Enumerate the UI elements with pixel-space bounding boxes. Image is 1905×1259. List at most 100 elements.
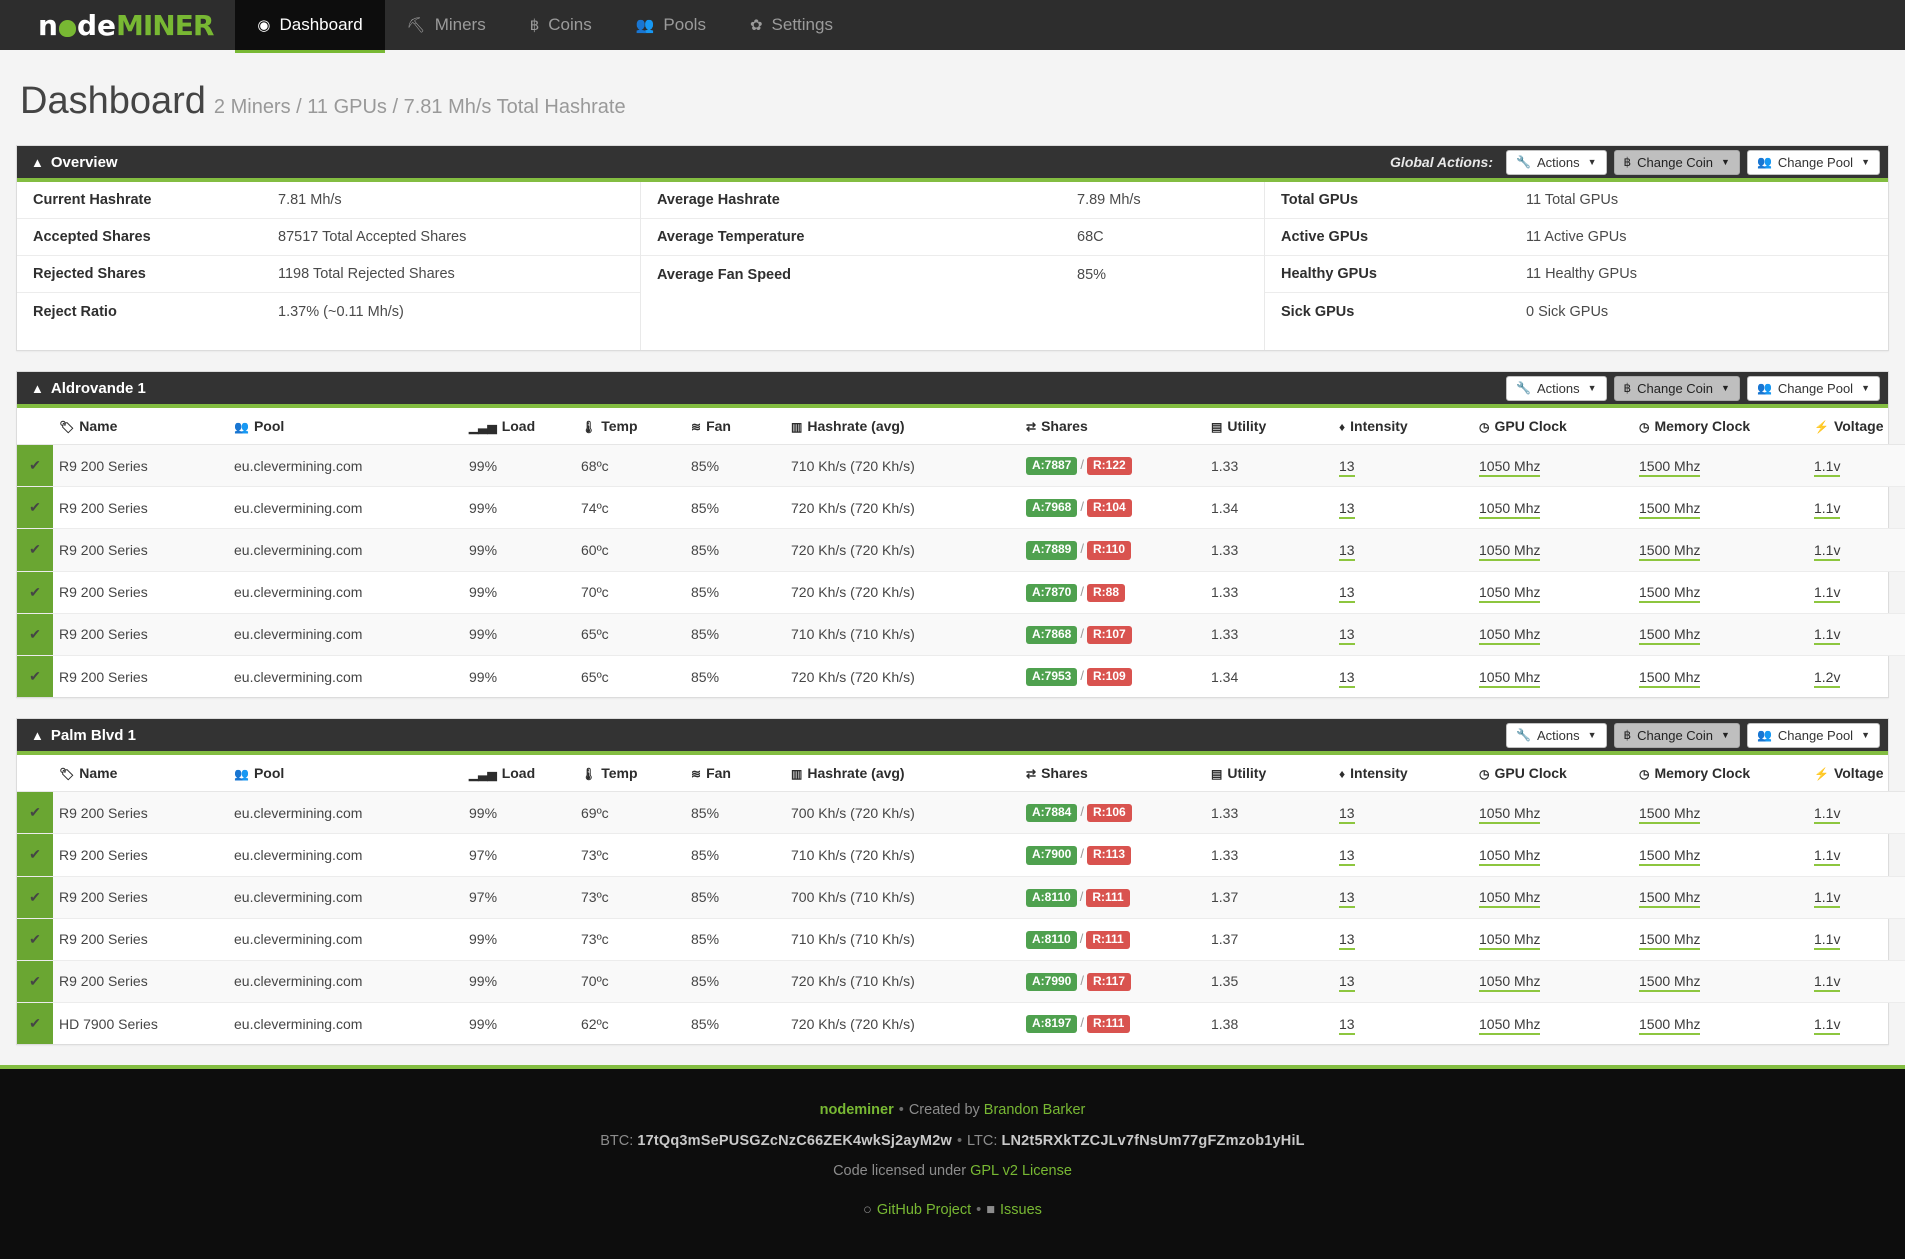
nav-item-miners[interactable]: ⛏ Miners [385,0,508,50]
editable-intensity[interactable]: 13 [1339,499,1355,519]
overview-title-group[interactable]: ▲ Overview [31,154,118,171]
column-header-hashrate-avg[interactable]: ▥ Hashrate (avg) [785,755,1020,793]
global-change-coin-button[interactable]: ฿ Change Coin ▼ [1613,149,1740,175]
editable-memory-clock[interactable]: 1500 Mhz [1639,668,1701,688]
footer-github-link[interactable]: GitHub Project [877,1202,971,1218]
editable-voltage[interactable]: 1.1v [1814,584,1841,604]
global-actions-button[interactable]: 🔧 Actions ▼ [1505,149,1607,175]
column-header-fan[interactable]: ≋ Fan [685,408,785,445]
table-row[interactable]: ✔ R9 200 Series eu.clevermining.com 99% 60ºc… [17,528,1905,572]
editable-voltage[interactable]: 1.1v [1814,804,1841,824]
column-header-name[interactable]: 🏷 Name [53,755,228,793]
column-header-load[interactable]: ▁▃▅ Load [463,408,575,445]
column-header-shares[interactable]: ⇄ Shares [1020,408,1205,445]
editable-gpu-clock[interactable]: 1050 Mhz [1479,457,1541,477]
editable-intensity[interactable]: 13 [1339,1015,1355,1035]
column-header-gpu-clock[interactable]: ◷ GPU Clock [1473,755,1633,793]
editable-gpu-clock[interactable]: 1050 Mhz [1479,846,1541,866]
editable-gpu-clock[interactable]: 1050 Mhz [1479,1015,1541,1035]
nav-item-coins[interactable]: ฿ Coins [508,0,614,50]
column-header-voltage[interactable]: ⚡ Voltage [1808,408,1905,445]
column-header-voltage[interactable]: ⚡ Voltage [1808,755,1905,793]
editable-memory-clock[interactable]: 1500 Mhz [1639,973,1701,993]
miner-change-coin-button[interactable]: ฿ Change Coin ▼ [1613,375,1740,401]
table-row[interactable]: ✔ R9 200 Series eu.clevermining.com 97% 73ºc… [17,833,1905,877]
editable-voltage[interactable]: 1.1v [1814,541,1841,561]
footer-license-link[interactable]: GPL v2 License [970,1163,1072,1179]
column-header-name[interactable]: 🏷 Name [53,408,228,445]
editable-intensity[interactable]: 13 [1339,931,1355,951]
table-row[interactable]: ✔ R9 200 Series eu.clevermining.com 99% 69ºc… [17,791,1905,835]
editable-gpu-clock[interactable]: 1050 Mhz [1479,499,1541,519]
chevron-up-icon[interactable]: ▲ [31,382,44,395]
column-header-hashrate-avg[interactable]: ▥ Hashrate (avg) [785,408,1020,445]
table-row[interactable]: ✔ R9 200 Series eu.clevermining.com 99% 73ºc… [17,918,1905,961]
editable-voltage[interactable]: 1.1v [1814,1015,1841,1035]
global-change-pool-button[interactable]: 👥 Change Pool ▼ [1746,149,1880,175]
editable-gpu-clock[interactable]: 1050 Mhz [1479,804,1541,824]
editable-memory-clock[interactable]: 1500 Mhz [1639,931,1701,951]
nav-item-pools[interactable]: 👥 Pools [614,0,728,50]
table-row[interactable]: ✔ R9 200 Series eu.clevermining.com 97% 73ºc… [17,876,1905,919]
table-row[interactable]: ✔ R9 200 Series eu.clevermining.com 99% 70ºc… [17,571,1905,614]
table-row[interactable]: ✔ R9 200 Series eu.clevermining.com 99% 74ºc… [17,486,1905,530]
editable-intensity[interactable]: 13 [1339,889,1355,909]
table-row[interactable]: ✔ HD 7900 Series eu.clevermining.com 99% 62º… [17,1002,1905,1045]
editable-gpu-clock[interactable]: 1050 Mhz [1479,973,1541,993]
column-header-intensity[interactable]: ♦ Intensity [1333,408,1473,445]
editable-memory-clock[interactable]: 1500 Mhz [1639,889,1701,909]
miner-change-pool-button[interactable]: 👥 Change Pool ▼ [1746,375,1880,401]
editable-intensity[interactable]: 13 [1339,668,1355,688]
column-header-gpu-clock[interactable]: ◷ GPU Clock [1473,408,1633,445]
editable-intensity[interactable]: 13 [1339,626,1355,646]
editable-voltage[interactable]: 1.1v [1814,931,1841,951]
editable-memory-clock[interactable]: 1500 Mhz [1639,499,1701,519]
column-header-shares[interactable]: ⇄ Shares [1020,755,1205,793]
footer-issues-link[interactable]: Issues [1000,1202,1042,1218]
nav-item-dashboard[interactable]: ◉ Dashboard [235,0,385,53]
editable-memory-clock[interactable]: 1500 Mhz [1639,804,1701,824]
column-header-intensity[interactable]: ♦ Intensity [1333,755,1473,793]
table-row[interactable]: ✔ R9 200 Series eu.clevermining.com 99% 70ºc… [17,960,1905,1004]
editable-voltage[interactable]: 1.1v [1814,499,1841,519]
editable-voltage[interactable]: 1.1v [1814,626,1841,646]
editable-intensity[interactable]: 13 [1339,541,1355,561]
editable-intensity[interactable]: 13 [1339,584,1355,604]
column-header-fan[interactable]: ≋ Fan [685,755,785,793]
editable-gpu-clock[interactable]: 1050 Mhz [1479,626,1541,646]
miner-change-coin-button[interactable]: ฿ Change Coin ▼ [1613,722,1740,748]
chevron-up-icon[interactable]: ▲ [31,729,44,742]
column-header-pool[interactable]: 👥 Pool [228,408,463,445]
column-header-load[interactable]: ▁▃▅ Load [463,755,575,793]
editable-gpu-clock[interactable]: 1050 Mhz [1479,889,1541,909]
editable-intensity[interactable]: 13 [1339,457,1355,477]
editable-memory-clock[interactable]: 1500 Mhz [1639,457,1701,477]
column-header-memory-clock[interactable]: ◷ Memory Clock [1633,755,1808,793]
editable-memory-clock[interactable]: 1500 Mhz [1639,541,1701,561]
editable-gpu-clock[interactable]: 1050 Mhz [1479,668,1541,688]
editable-gpu-clock[interactable]: 1050 Mhz [1479,584,1541,604]
miner-title-group[interactable]: ▲ Aldrovande 1 [31,380,146,397]
miner-actions-button[interactable]: 🔧 Actions ▼ [1505,375,1607,401]
column-header-temp[interactable]: 🌡 Temp [575,755,685,793]
column-header-temp[interactable]: 🌡 Temp [575,408,685,445]
footer-btc-address[interactable]: 17tQq3mSePUSGZcNzC66ZEK4wkSj2ayM2w [637,1133,952,1149]
editable-gpu-clock[interactable]: 1050 Mhz [1479,541,1541,561]
editable-intensity[interactable]: 13 [1339,804,1355,824]
editable-memory-clock[interactable]: 1500 Mhz [1639,846,1701,866]
miner-change-pool-button[interactable]: 👥 Change Pool ▼ [1746,722,1880,748]
brand-logo[interactable]: n de MINER [0,0,236,50]
nav-item-settings[interactable]: ✿ Settings [728,0,855,50]
column-header-utility[interactable]: ▤ Utility [1205,755,1333,793]
column-header-utility[interactable]: ▤ Utility [1205,408,1333,445]
table-row[interactable]: ✔ R9 200 Series eu.clevermining.com 99% 68ºc… [17,444,1905,488]
column-header-memory-clock[interactable]: ◷ Memory Clock [1633,408,1808,445]
editable-memory-clock[interactable]: 1500 Mhz [1639,626,1701,646]
editable-voltage[interactable]: 1.1v [1814,457,1841,477]
editable-gpu-clock[interactable]: 1050 Mhz [1479,931,1541,951]
editable-intensity[interactable]: 13 [1339,973,1355,993]
miner-actions-button[interactable]: 🔧 Actions ▼ [1505,722,1607,748]
footer-ltc-address[interactable]: LN2t5RXkTZCJLv7fNsUm77gFZmzob1yHiL [1001,1133,1304,1149]
editable-voltage[interactable]: 1.1v [1814,973,1841,993]
editable-memory-clock[interactable]: 1500 Mhz [1639,1015,1701,1035]
